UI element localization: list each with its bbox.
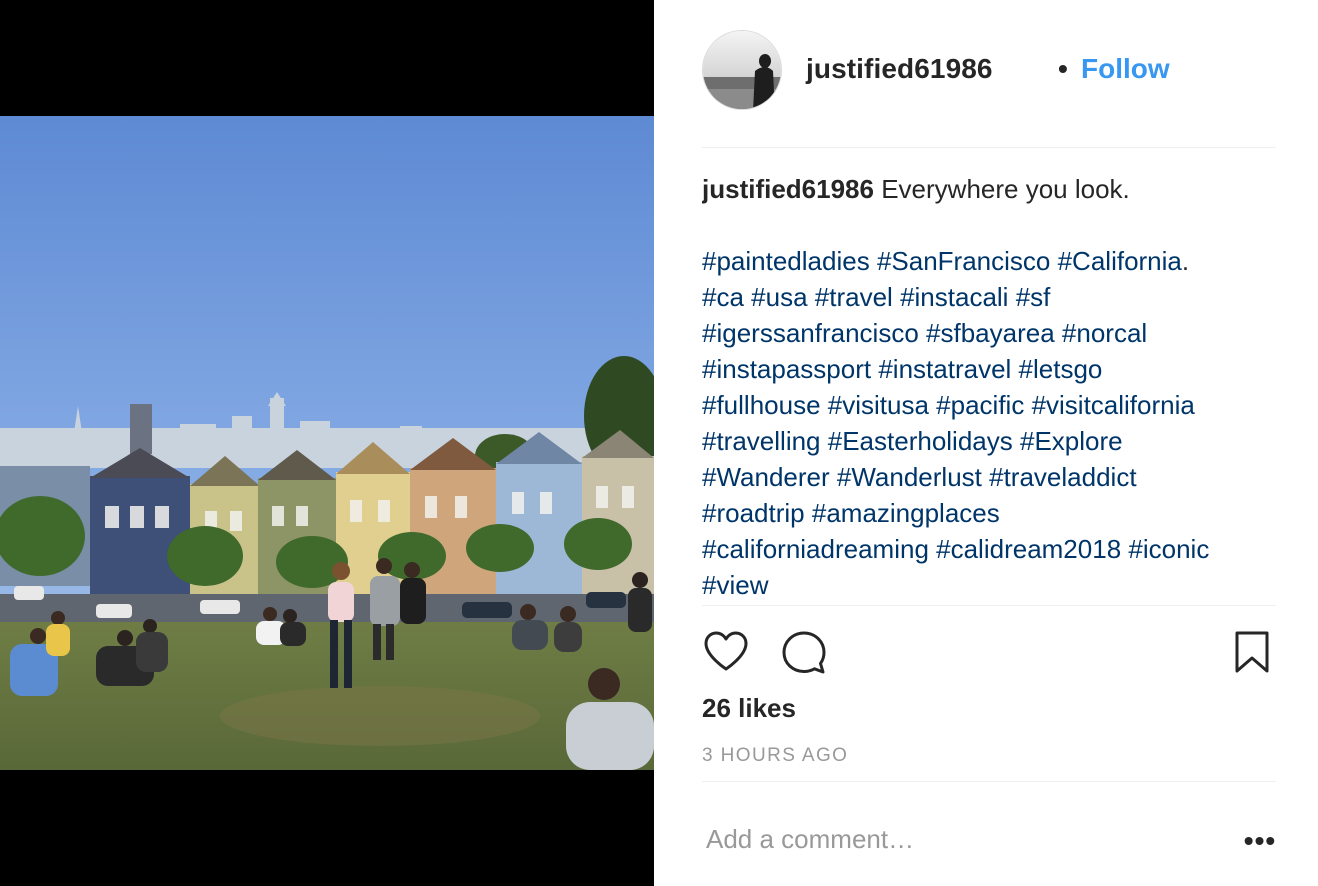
likes-count[interactable]: 26 likes bbox=[702, 693, 796, 724]
hashtag-line: #californiadreaming #calidream2018 #icon… bbox=[702, 531, 1282, 567]
hashtag-link[interactable]: #letsgo bbox=[1019, 354, 1103, 384]
hashtag-link[interactable]: #usa bbox=[751, 282, 807, 312]
save-button[interactable] bbox=[1228, 626, 1280, 678]
hashtag-line: #ca #usa #travel #instacali #sf bbox=[702, 279, 1282, 315]
caption-punctuation: . bbox=[1181, 246, 1190, 276]
hashtag-block: #paintedladies #SanFrancisco #California… bbox=[702, 243, 1282, 603]
header-divider bbox=[702, 147, 1276, 148]
separator-dot: • bbox=[1058, 53, 1068, 84]
hashtag-link[interactable]: #view bbox=[702, 570, 768, 600]
post-timestamp[interactable]: 3 HOURS AGO bbox=[702, 745, 848, 767]
caption-first-line: justified61986 Everywhere you look. bbox=[702, 171, 1282, 207]
hashtag-link[interactable]: #instatravel bbox=[878, 354, 1011, 384]
hashtag-link[interactable]: #visitcalifornia bbox=[1032, 390, 1195, 420]
action-bar bbox=[702, 626, 1276, 678]
speech-bubble-icon bbox=[782, 631, 826, 674]
hashtag-link[interactable]: #roadtrip bbox=[702, 498, 805, 528]
comment-input[interactable] bbox=[706, 818, 1206, 860]
hashtag-link[interactable]: #Wanderer bbox=[702, 462, 830, 492]
ellipsis-icon: ••• bbox=[1243, 825, 1277, 856]
caption-text: Everywhere you look. bbox=[881, 174, 1130, 204]
like-button[interactable] bbox=[702, 626, 754, 678]
hashtag-link[interactable]: #sf bbox=[1016, 282, 1051, 312]
more-options-button[interactable]: ••• bbox=[1240, 826, 1280, 856]
hashtag-link[interactable]: #instapassport bbox=[702, 354, 871, 384]
hashtag-link[interactable]: #amazingplaces bbox=[812, 498, 1000, 528]
heart-icon bbox=[704, 631, 748, 671]
hashtag-link[interactable]: #SanFrancisco bbox=[877, 246, 1050, 276]
bookmark-icon bbox=[1235, 631, 1269, 673]
caption-divider bbox=[702, 605, 1276, 606]
follow-button[interactable]: Follow bbox=[1081, 53, 1170, 85]
avatar[interactable] bbox=[702, 30, 782, 110]
hashtag-link[interactable]: #Explore bbox=[1020, 426, 1123, 456]
hashtag-link[interactable]: #fullhouse bbox=[702, 390, 821, 420]
comment-button[interactable] bbox=[780, 626, 832, 678]
hashtag-line: #fullhouse #visitusa #pacific #visitcali… bbox=[702, 387, 1282, 423]
hashtag-link[interactable]: #paintedladies bbox=[702, 246, 870, 276]
hashtag-link[interactable]: #traveladdict bbox=[989, 462, 1136, 492]
avatar-photo bbox=[703, 31, 781, 109]
post-panel: justified61986 • Follow justified61986 E… bbox=[654, 0, 1318, 886]
hashtag-link[interactable]: #sfbayarea bbox=[926, 318, 1055, 348]
hashtag-line: #view bbox=[702, 567, 1282, 603]
hashtag-link[interactable]: #ca bbox=[702, 282, 744, 312]
actions-divider bbox=[702, 781, 1276, 782]
post-photo[interactable] bbox=[0, 116, 654, 770]
hashtag-line: #Wanderer #Wanderlust #traveladdict bbox=[702, 459, 1282, 495]
caption: justified61986 Everywhere you look. #pai… bbox=[702, 171, 1282, 603]
hashtag-link[interactable]: #iconic bbox=[1128, 534, 1209, 564]
hashtag-line: #igerssanfrancisco #sfbayarea #norcal bbox=[702, 315, 1282, 351]
hashtag-link[interactable]: #calidream2018 bbox=[936, 534, 1121, 564]
hashtag-link[interactable]: #instacali bbox=[900, 282, 1008, 312]
hashtag-line: #paintedladies #SanFrancisco #California… bbox=[702, 243, 1282, 279]
hashtag-line: #instapassport #instatravel #letsgo bbox=[702, 351, 1282, 387]
hashtag-link[interactable]: #pacific bbox=[936, 390, 1024, 420]
hashtag-line: #travelling #Easterholidays #Explore bbox=[702, 423, 1282, 459]
hashtag-line: #roadtrip #amazingplaces bbox=[702, 495, 1282, 531]
post-header: justified61986 • Follow bbox=[702, 30, 1276, 110]
hashtag-link[interactable]: #visitusa bbox=[828, 390, 929, 420]
hashtag-link[interactable]: #californiadreaming bbox=[702, 534, 929, 564]
post-media bbox=[0, 0, 654, 886]
header-username[interactable]: justified61986 bbox=[806, 53, 993, 85]
hashtag-link[interactable]: #igerssanfrancisco bbox=[702, 318, 919, 348]
hashtag-link[interactable]: #Easterholidays bbox=[828, 426, 1013, 456]
hashtag-link[interactable]: #Wanderlust bbox=[837, 462, 982, 492]
caption-username[interactable]: justified61986 bbox=[702, 174, 874, 204]
hashtag-link[interactable]: #travel bbox=[815, 282, 893, 312]
hashtag-link[interactable]: #California bbox=[1058, 246, 1182, 276]
hashtag-link[interactable]: #norcal bbox=[1062, 318, 1147, 348]
hashtag-link[interactable]: #travelling bbox=[702, 426, 821, 456]
